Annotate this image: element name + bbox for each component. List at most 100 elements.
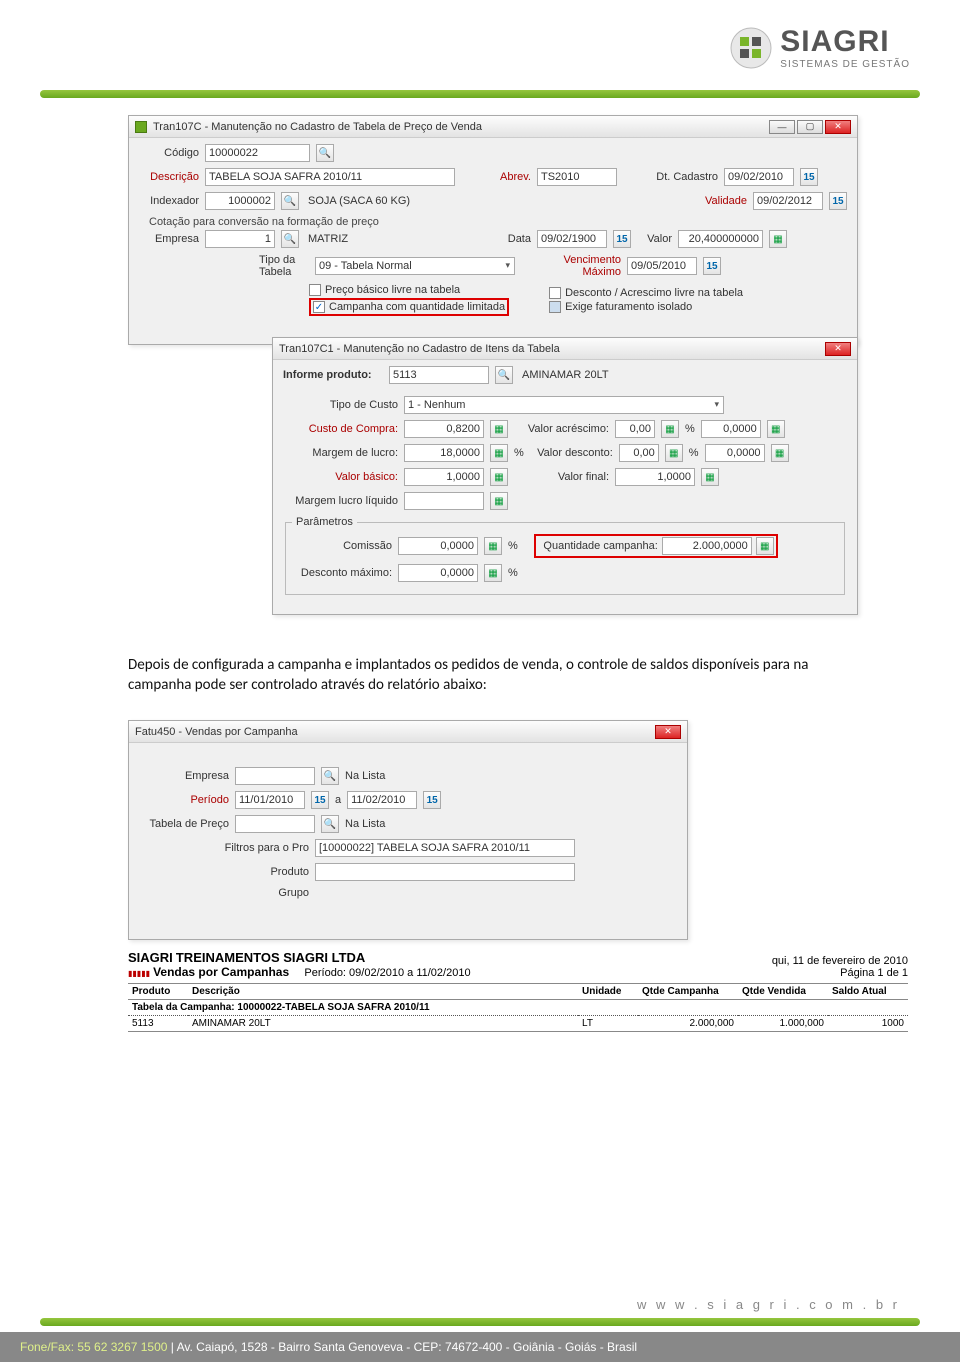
empresa-input[interactable] — [235, 767, 315, 785]
titlebar: Tran107C1 - Manutenção no Cadastro de It… — [273, 338, 857, 360]
tipo-tabela-label: Tipo da Tabela — [259, 254, 309, 278]
custocompra-label: Custo de Compra: — [283, 423, 398, 435]
comissao-input[interactable]: 0,0000 — [398, 537, 478, 555]
custocompra-input[interactable]: 0,8200 — [404, 420, 484, 438]
periodo2-input[interactable]: 11/02/2010 — [347, 791, 417, 809]
chk-campanha-limitada[interactable]: Campanha com quantidade limitada — [313, 301, 505, 313]
search-icon[interactable]: 🔍 — [316, 144, 334, 162]
search-icon[interactable]: 🔍 — [321, 815, 339, 833]
calc-icon[interactable]: ▦ — [484, 564, 502, 582]
calc-icon[interactable]: ▦ — [484, 537, 502, 555]
col-qtdvend: Qtde Vendida — [738, 984, 828, 1000]
cell-qvend: 1.000,000 — [738, 1016, 828, 1032]
chk-label: Campanha com quantidade limitada — [329, 301, 505, 313]
titlebar: Tran107C - Manutenção no Cadastro de Tab… — [129, 116, 857, 138]
a-label: a — [335, 794, 341, 806]
calendar-icon[interactable]: 15 — [703, 257, 721, 275]
search-icon[interactable]: 🔍 — [281, 230, 299, 248]
search-icon[interactable]: 🔍 — [321, 767, 339, 785]
valor-label: Valor — [637, 233, 672, 245]
margemlucro-input[interactable]: 18,0000 — [404, 444, 484, 462]
chk-preco-basico[interactable]: Preço básico livre na tabela — [309, 284, 509, 296]
params-fieldset: Parâmetros Comissão 0,0000 ▦ % Quantidad… — [285, 516, 845, 595]
empresa-cod-input[interactable]: 1 — [205, 230, 275, 248]
valor-input[interactable]: 20,400000000 — [678, 230, 763, 248]
calc-icon[interactable]: ▦ — [665, 444, 683, 462]
margemliq-input[interactable] — [404, 492, 484, 510]
validade-input[interactable]: 09/02/2012 — [753, 192, 823, 210]
calc-icon[interactable]: ▦ — [490, 420, 508, 438]
close-button[interactable]: ✕ — [655, 725, 681, 739]
window-icon — [135, 121, 147, 133]
validade-label: Validade — [692, 195, 747, 207]
calc-icon[interactable]: ▦ — [769, 230, 787, 248]
maximize-button[interactable]: ▢ — [797, 120, 823, 134]
produto-input[interactable] — [315, 863, 575, 881]
calc-icon[interactable]: ▦ — [756, 537, 774, 555]
footer-phone: Fone/Fax: 55 62 3267 1500 — [20, 1340, 167, 1354]
search-icon[interactable]: 🔍 — [495, 366, 513, 384]
table-row: 5113 AMINAMAR 20LT LT 2.000,000 1.000,00… — [128, 1016, 908, 1032]
calc-icon[interactable]: ▦ — [771, 444, 789, 462]
cell-qcamp: 2.000,000 — [638, 1016, 738, 1032]
periodo1-input[interactable]: 11/01/2010 — [235, 791, 305, 809]
body-paragraph: Depois de configurada a campanha e impla… — [128, 655, 848, 696]
tipocusto-select[interactable]: 1 - Nenhum — [404, 396, 724, 414]
tipo-tabela-select[interactable]: 09 - Tabela Normal — [315, 257, 515, 275]
calendar-icon[interactable]: 15 — [613, 230, 631, 248]
venc-max-input[interactable]: 09/05/2010 — [627, 257, 697, 275]
valordesc-input[interactable]: 0,00 — [619, 444, 659, 462]
minimize-button[interactable]: — — [769, 120, 795, 134]
indexador-label: Indexador — [139, 195, 199, 207]
params-legend: Parâmetros — [292, 516, 357, 528]
calendar-icon[interactable]: 15 — [829, 192, 847, 210]
informe-label: Informe produto: — [283, 369, 383, 381]
report-group: Tabela da Campanha: 10000022-TABELA SOJA… — [128, 1000, 908, 1016]
codigo-input[interactable]: 10000022 — [205, 144, 310, 162]
header: SIAGRI SISTEMAS DE GESTÃO — [0, 0, 960, 110]
descmax-label: Desconto máximo: — [292, 567, 392, 579]
indexador-cod-input[interactable]: 1000002 — [205, 192, 275, 210]
data-input[interactable]: 09/02/1900 — [537, 230, 607, 248]
calc-icon[interactable]: ▦ — [490, 468, 508, 486]
valoracresc2-input[interactable]: 0,0000 — [701, 420, 761, 438]
abrev-input[interactable]: TS2010 — [537, 168, 617, 186]
calc-icon[interactable]: ▦ — [490, 492, 508, 510]
dtcad-input[interactable]: 09/02/2010 — [724, 168, 794, 186]
calc-icon[interactable]: ▦ — [661, 420, 679, 438]
chk-faturamento-isolado[interactable]: Exige faturamento isolado — [549, 301, 743, 313]
calendar-icon[interactable]: 15 — [311, 791, 329, 809]
na-lista: Na Lista — [345, 770, 385, 782]
calendar-icon[interactable]: 15 — [800, 168, 818, 186]
logo-text-wrap: SIAGRI SISTEMAS DE GESTÃO — [780, 25, 910, 70]
descricao-input[interactable]: TABELA SOJA SAFRA 2010/11 — [205, 168, 455, 186]
report-date: qui, 11 de fevereiro de 2010 — [772, 955, 908, 967]
na-lista: Na Lista — [345, 818, 385, 830]
calc-icon[interactable]: ▦ — [767, 420, 785, 438]
empresa-label: Empresa — [139, 233, 199, 245]
chk-desc-acresc[interactable]: Desconto / Acrescimo livre na tabela — [549, 287, 743, 299]
margemliq-label: Margem lucro líquido — [283, 495, 398, 507]
report-company: TREINAMENTOS SIAGRI LTDA — [176, 950, 365, 965]
informe-cod-input[interactable]: 5113 — [389, 366, 489, 384]
chk-label: Exige faturamento isolado — [565, 301, 692, 313]
filtros-input[interactable]: [10000022] TABELA SOJA SAFRA 2010/11 — [315, 839, 575, 857]
valordesc2-input[interactable]: 0,0000 — [705, 444, 765, 462]
calendar-icon[interactable]: 15 — [423, 791, 441, 809]
tabela-input[interactable] — [235, 815, 315, 833]
chk-label: Preço básico livre na tabela — [325, 284, 460, 296]
calc-icon[interactable]: ▦ — [701, 468, 719, 486]
calc-icon[interactable]: ▦ — [490, 444, 508, 462]
valorbasico-input[interactable]: 1,0000 — [404, 468, 484, 486]
report-table: Produto Descrição Unidade Qtde Campanha … — [128, 983, 908, 1032]
dtcad-label: Dt. Cadastro — [643, 171, 718, 183]
col-descricao: Descrição — [188, 984, 578, 1000]
valoracresc-input[interactable]: 0,00 — [615, 420, 655, 438]
qtdcamp-input[interactable]: 2.000,0000 — [662, 537, 752, 555]
header-band — [40, 90, 920, 98]
search-icon[interactable]: 🔍 — [281, 192, 299, 210]
close-button[interactable]: ✕ — [825, 120, 851, 134]
close-button[interactable]: ✕ — [825, 342, 851, 356]
descmax-input[interactable]: 0,0000 — [398, 564, 478, 582]
valorfinal-input[interactable]: 1,0000 — [615, 468, 695, 486]
